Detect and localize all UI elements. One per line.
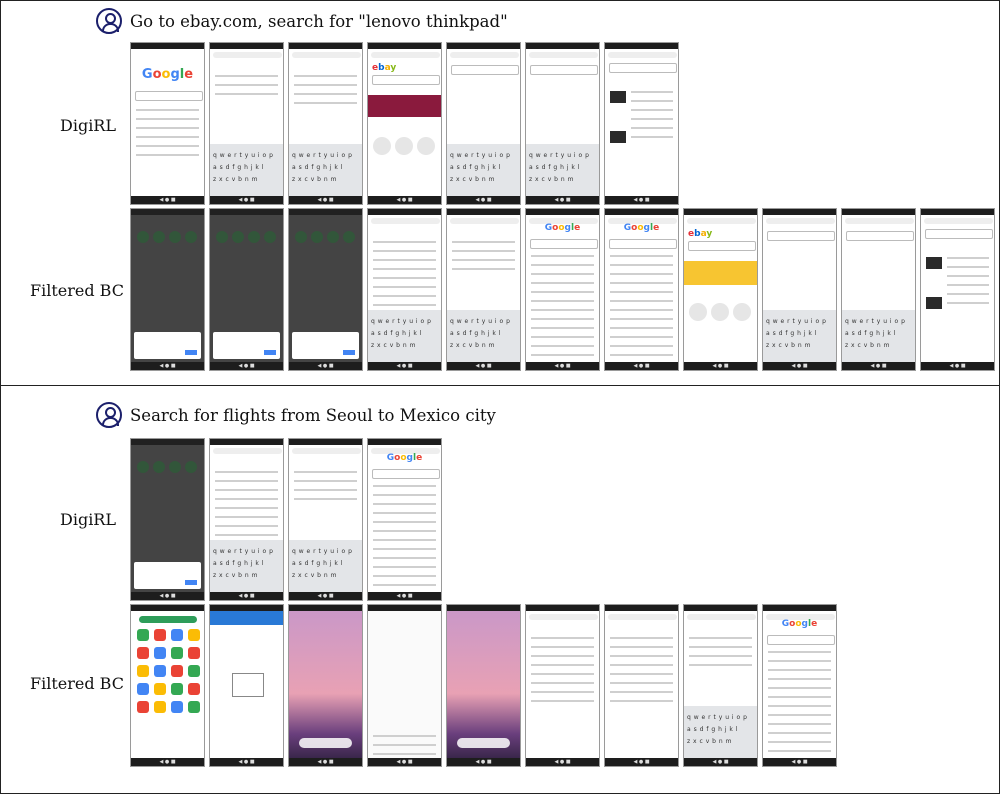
row-label: DigiRL (60, 116, 116, 135)
screenshot-strip-task2-filtered-bc: Google (130, 604, 837, 767)
screenshot-google-results-ebay: Google (525, 208, 600, 371)
screenshot-ebay-results (604, 42, 679, 205)
screenshot-search-history (367, 208, 442, 371)
screenshot-ebay-home-yellow: ebay (683, 208, 758, 371)
screenshot-search-history (209, 438, 284, 601)
screenshot-trending-searches (525, 604, 600, 767)
screenshot-wallpaper-home (288, 604, 363, 767)
screenshot-downloads (209, 604, 284, 767)
screenshot-search-suggestions (209, 42, 284, 205)
screenshot-strip-task2-digirl: Google (130, 438, 442, 601)
row-label: DigiRL (60, 510, 116, 529)
task-divider (0, 385, 1000, 386)
screenshot-google-flight-results: Google (762, 604, 837, 767)
screenshot-app-drawer (130, 604, 205, 767)
row-label: Filtered BC (30, 674, 124, 693)
screenshot-dark-signin (130, 208, 205, 371)
screenshot-strip-task1-digirl: Google ebay (130, 42, 679, 205)
task-1-instruction: Go to ebay.com, search for "lenovo think… (130, 11, 508, 31)
screenshot-ebay-search-keyboard (762, 208, 837, 371)
screenshot-search-suggestions-typing (288, 42, 363, 205)
screenshot-ebay-search-keyboard (446, 42, 521, 205)
screenshot-ebay-results (920, 208, 995, 371)
screenshot-trending-searches (604, 604, 679, 767)
row-label: Filtered BC (30, 281, 124, 300)
task-2-instruction: Search for flights from Seoul to Mexico … (130, 405, 496, 425)
screenshot-ebay-search-typed (841, 208, 916, 371)
screenshot-search-suggestions-typing (446, 208, 521, 371)
screenshot-google-home: Google (130, 42, 205, 205)
screenshot-wallpaper-home (446, 604, 521, 767)
screenshot-dark-signin (288, 208, 363, 371)
screenshot-google-flight-results: Google (367, 438, 442, 601)
person-icon (96, 402, 122, 428)
task-2-header: Search for flights from Seoul to Mexico … (96, 402, 496, 428)
person-icon (96, 8, 122, 34)
screenshot-strip-task1-filtered-bc: GoogleGoogleebay (130, 208, 995, 371)
screenshot-search-suggestions-typing (288, 438, 363, 601)
screenshot-blank-notice (367, 604, 442, 767)
screenshot-search-suggestions-typing (683, 604, 758, 767)
screenshot-ebay-home-promo: ebay (367, 42, 442, 205)
screenshot-google-results-ebay: Google (604, 208, 679, 371)
screenshot-dark-signin (209, 208, 284, 371)
task-1-header: Go to ebay.com, search for "lenovo think… (96, 8, 508, 34)
screenshot-ebay-search-typed (525, 42, 600, 205)
screenshot-dark-signin (130, 438, 205, 601)
